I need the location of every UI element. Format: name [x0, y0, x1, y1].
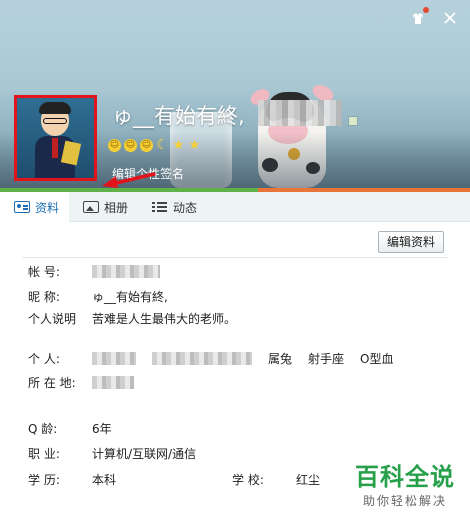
moon-icon: ☾	[156, 137, 169, 153]
profile-nickname: ゅ__有始有終,	[112, 104, 245, 128]
qq-level-icons: ☺ ☺ ☺ ☾ ★ ★	[108, 137, 201, 153]
personal-label: 个 人:	[28, 352, 60, 366]
account-row: 帐 号:	[28, 263, 160, 280]
header-orange-strip	[258, 188, 470, 192]
cow-decoration-spot	[262, 158, 278, 172]
nickname-value: ゅ__有始有終,	[92, 290, 168, 304]
blurred-account-overlay	[258, 100, 342, 126]
sun-icon: ☺	[140, 139, 153, 152]
skin-icon[interactable]	[410, 7, 429, 26]
sun-icon: ☺	[124, 139, 137, 152]
red-arrow-annotation	[102, 172, 156, 188]
close-icon[interactable]	[442, 10, 458, 26]
nickname-label: 昵 称:	[28, 290, 60, 304]
blurred-account-value	[92, 265, 160, 278]
qage-value: 6年	[92, 422, 112, 436]
blurred-personal-value	[152, 352, 252, 365]
job-value: 计算机/互联网/通信	[92, 447, 197, 461]
watermark-subtitle: 助你轻松解决	[362, 494, 447, 508]
cow-decoration-bell	[288, 148, 300, 160]
job-label: 职 业:	[28, 447, 60, 461]
divider	[22, 257, 448, 258]
zodiac-animal-value: 属兔	[268, 352, 293, 366]
profile-tabs: 资料 相册 动态	[0, 192, 470, 229]
education-value: 本科	[92, 473, 117, 487]
tab-profile-label: 资料	[35, 200, 60, 215]
account-label: 帐 号:	[28, 265, 60, 279]
location-label: 所 在 地:	[28, 376, 76, 390]
tab-feed[interactable]: 动态	[138, 192, 207, 222]
sun-icon: ☺	[108, 139, 121, 152]
star-icon: ★	[188, 138, 201, 153]
tab-album[interactable]: 相册	[69, 192, 138, 222]
feed-list-icon	[152, 201, 168, 213]
window-controls	[410, 7, 458, 26]
bio-value: 苦难是人生最伟大的老师。	[92, 312, 237, 326]
nickname-row: 昵 称: ゅ__有始有終,	[28, 288, 168, 305]
qage-label: Q 龄:	[28, 422, 58, 436]
star-sign-value: 射手座	[308, 352, 345, 366]
blurred-personal-value	[92, 352, 136, 365]
education-label: 学 历:	[28, 473, 60, 487]
edit-profile-button[interactable]: 编辑资料	[377, 231, 444, 253]
personal-row: 个 人: 属兔 射手座 O型血	[28, 350, 393, 367]
qage-row: Q 龄: 6年	[28, 420, 112, 437]
tab-profile[interactable]: 资料	[0, 192, 70, 229]
badge-icon[interactable]	[348, 116, 358, 126]
bio-row: 个人说明 苦难是人生最伟大的老师。	[28, 310, 236, 327]
school-value: 红尘	[296, 473, 321, 487]
bio-label: 个人说明	[28, 312, 77, 326]
location-row: 所 在 地:	[28, 374, 134, 391]
avatar[interactable]	[17, 98, 94, 178]
watermark-logo: 百科全说 助你轻松解决	[346, 462, 464, 520]
job-row: 职 业: 计算机/互联网/通信	[28, 445, 196, 462]
watermark-title: 百科全说	[355, 463, 455, 491]
star-icon: ★	[172, 138, 185, 153]
blurred-location-value	[92, 376, 134, 389]
blood-type-value: O型血	[360, 352, 394, 366]
tab-feed-label: 动态	[173, 200, 198, 215]
school-label: 学 校:	[232, 473, 264, 487]
avatar-highlight-frame	[14, 95, 97, 181]
tab-album-label: 相册	[104, 200, 129, 215]
cow-decoration-spot	[306, 162, 320, 174]
profile-card-icon	[14, 201, 30, 213]
education-row: 学 历: 本科 学 校: 红尘	[28, 471, 320, 488]
photo-album-icon	[83, 201, 100, 213]
